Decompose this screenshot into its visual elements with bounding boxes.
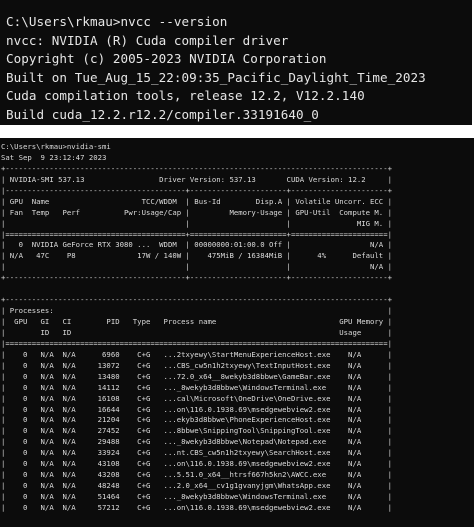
smi-gpu-header-row: | Fan Temp Perf Pwr:Usage/Cap | Memory-U… xyxy=(1,207,392,217)
smi-timestamp: Sat Sep 9 23:12:47 2023 xyxy=(1,152,107,162)
smi-process-row: | 0 N/A N/A 16108 C+G ...cal\Microsoft\O… xyxy=(1,393,392,403)
smi-gpu-header-row: | | | MIG M. | xyxy=(1,218,392,228)
smi-gpu-header-row: | GPU Name TCC/WDDM | Bus-Id Disp.A | Vo… xyxy=(1,196,392,206)
smi-table-border: +---------------------------------------… xyxy=(1,163,392,173)
smi-processes-title: | Processes: | xyxy=(1,306,392,316)
smi-blank-line xyxy=(1,284,474,295)
smi-process-row: | 0 N/A N/A 13072 C+G ...CBS_cw5n1h2txye… xyxy=(1,360,392,370)
nvcc-output-line: nvcc: NVIDIA (R) Cuda compiler driver xyxy=(6,32,289,48)
smi-process-row: | 0 N/A N/A 48248 C+G ...2.0_x64__cv1g1g… xyxy=(1,481,392,491)
smi-process-row: | 0 N/A N/A 43208 C+G ...5.51.0_x64__htr… xyxy=(1,470,392,480)
smi-process-row: | 0 N/A N/A 43108 C+G ...on\116.0.1938.6… xyxy=(1,459,392,469)
smi-process-row: | 0 N/A N/A 51464 C+G ..._8wekyb3d8bbwe\… xyxy=(1,492,392,501)
smi-process-row: | 0 N/A N/A 13480 C+G ...72.0_x64__8weky… xyxy=(1,371,392,381)
smi-process-row: | 0 N/A N/A 21204 C+G ...ekyb3d8bbwe\Pho… xyxy=(1,415,392,425)
smi-table-border: |=======================================… xyxy=(1,338,392,348)
smi-processes-header: | ID ID Usage | xyxy=(1,327,392,337)
nvcc-output-line: Copyright (c) 2005-2023 NVIDIA Corporati… xyxy=(6,51,327,67)
smi-process-row: | 0 N/A N/A 27452 C+G ...8bbwe\SnippingT… xyxy=(1,426,392,436)
smi-gpu-row: | N/A 47C P8 17W / 140W | 475MiB / 16384… xyxy=(1,251,392,261)
smi-processes-header: | GPU GI CI PID Type Process name GPU Me… xyxy=(1,317,392,326)
smi-process-row: | 0 N/A N/A 6960 C+G ...2txyewy\StartMen… xyxy=(1,349,392,359)
nvidia-smi-terminal-window[interactable]: C:\Users\rkmau>nvidia-smi Sat Sep 9 23:1… xyxy=(0,138,474,527)
smi-process-row: | 0 N/A N/A 29488 C+G ..._8wekyb3d8bbwe\… xyxy=(1,437,392,447)
smi-table-border: +---------------------------------------… xyxy=(1,273,392,283)
smi-gpu-row: | 0 NVIDIA GeForce RTX 3080 ... WDDM | 0… xyxy=(1,240,392,250)
smi-table-border: |=======================================… xyxy=(1,229,392,239)
smi-process-row: | 0 N/A N/A 14112 C+G ..._8wekyb3d8bbwe\… xyxy=(1,382,392,392)
smi-command-line: C:\Users\rkmau>nvidia-smi xyxy=(1,142,111,151)
nvcc-output-line: Build cuda_12.2.r12.2/compiler.33191640_… xyxy=(6,106,319,122)
smi-table-border: +---------------------------------------… xyxy=(1,295,392,305)
smi-process-row: | 0 N/A N/A 16644 C+G ...on\116.0.1938.6… xyxy=(1,404,392,414)
nvcc-output-line: Cuda compilation tools, release 12.2, V1… xyxy=(6,88,365,104)
smi-version-header: | NVIDIA-SMI 537.13 Driver Version: 537.… xyxy=(1,174,392,184)
nvcc-command-line: C:\Users\rkmau>nvcc --version xyxy=(6,14,228,29)
nvcc-terminal-window[interactable]: C:\Users\rkmau>nvcc --version nvcc: NVID… xyxy=(0,0,472,125)
smi-process-row: | 0 N/A N/A 57212 C+G ...on\116.0.1938.6… xyxy=(1,502,392,512)
smi-process-row: | 0 N/A N/A 33924 C+G ...nt.CBS_cw5n1h2t… xyxy=(1,448,392,458)
nvcc-output-line: Built on Tue_Aug_15_22:09:35_Pacific_Day… xyxy=(6,69,426,85)
smi-table-border: |---------------------------------------… xyxy=(1,185,392,195)
smi-gpu-row: | | | N/A | xyxy=(1,262,392,272)
